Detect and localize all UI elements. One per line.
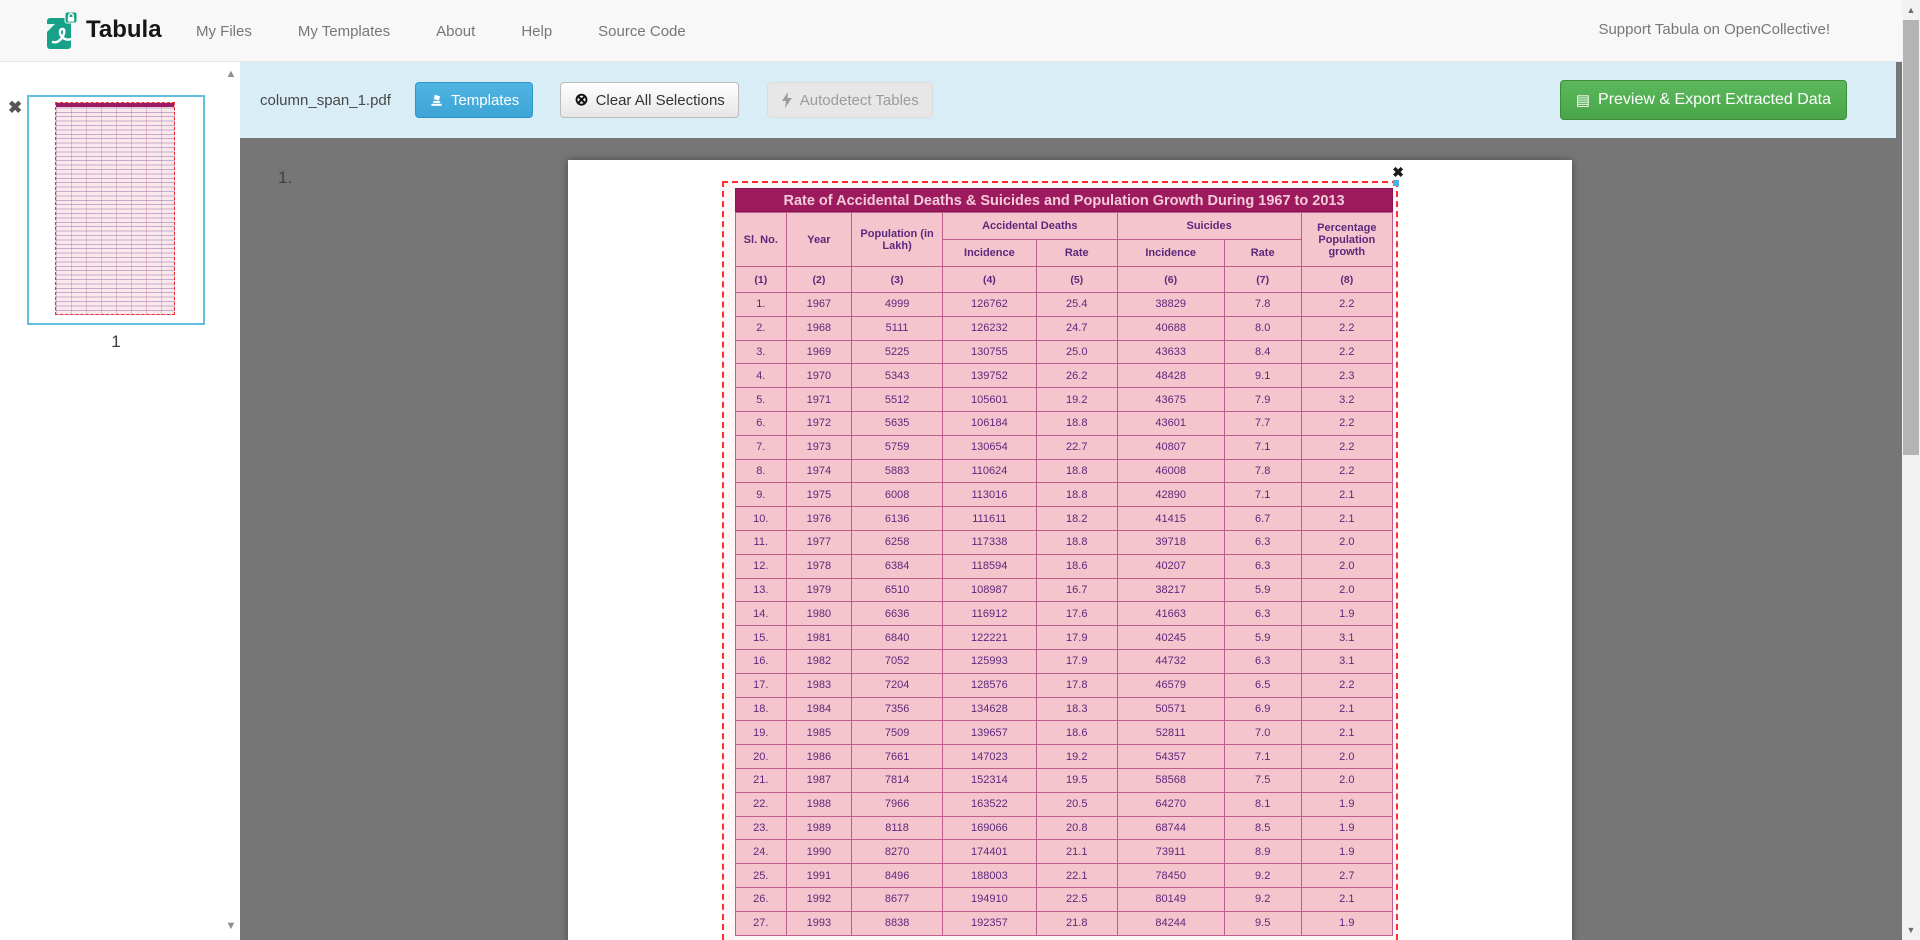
page-scrollbar[interactable]: ▲ ▼	[1902, 0, 1920, 940]
pdf-page[interactable]: Rate of Accidental Deaths & Suicides and…	[568, 160, 1572, 940]
toolbar: column_span_1.pdf Templates ⊗ Clear All …	[240, 62, 1896, 138]
document-view: 1. Rate of Accidental Deaths & Suicides …	[240, 138, 1902, 940]
templates-button[interactable]: Templates	[415, 82, 533, 118]
thumbnail-selection-overlay	[55, 102, 175, 315]
page-number-label: 1.	[278, 168, 292, 188]
selection-close-icon[interactable]: ✖	[1392, 164, 1404, 181]
nav-about[interactable]: About	[436, 23, 475, 40]
preview-export-button[interactable]: ▤ Preview & Export Extracted Data	[1560, 80, 1847, 120]
table-selection[interactable]: ✖	[722, 181, 1398, 940]
nav-source-code[interactable]: Source Code	[598, 23, 686, 40]
lightning-bolt-icon	[781, 92, 793, 108]
scrollbar-up-icon[interactable]: ▲	[1902, 2, 1920, 18]
page-thumbnail[interactable]	[27, 95, 205, 325]
autodetect-button-label: Autodetect Tables	[800, 92, 919, 109]
clear-circle-x-icon: ⊗	[574, 90, 588, 110]
page-thumbnail-sidebar: ✖ 1 ▲ ▼	[0, 62, 240, 940]
main-nav: My Files My Templates About Help Source …	[196, 0, 686, 62]
scrollbar-thumb[interactable]	[1903, 20, 1919, 455]
thumbnail-page-number: 1	[27, 332, 205, 352]
autodetect-tables-button[interactable]: Autodetect Tables	[767, 82, 933, 118]
templates-button-label: Templates	[451, 92, 519, 109]
navbar: Tabula My Files My Templates About Help …	[0, 0, 1902, 62]
nav-my-templates[interactable]: My Templates	[298, 23, 390, 40]
export-button-label: Preview & Export Extracted Data	[1598, 91, 1831, 109]
brand-title: Tabula	[86, 16, 162, 44]
clear-all-selections-button[interactable]: ⊗ Clear All Selections	[560, 82, 738, 118]
scrollbar-down-icon[interactable]: ▼	[1902, 922, 1920, 938]
nav-help[interactable]: Help	[521, 23, 552, 40]
clear-button-label: Clear All Selections	[596, 92, 725, 109]
main-area: column_span_1.pdf Templates ⊗ Clear All …	[240, 62, 1902, 940]
sidebar-scroll-down-icon[interactable]: ▼	[222, 920, 240, 932]
thumbnail-table-title-bar	[56, 103, 174, 107]
support-link[interactable]: Support Tabula on OpenCollective!	[1598, 21, 1830, 38]
thumbnail-close-icon[interactable]: ✖	[8, 98, 22, 118]
templates-stamp-icon	[429, 93, 444, 108]
sidebar-scroll-up-icon[interactable]: ▲	[222, 68, 240, 80]
nav-my-files[interactable]: My Files	[196, 23, 252, 40]
tabula-logo-icon	[46, 11, 78, 51]
filename-label: column_span_1.pdf	[260, 92, 391, 109]
export-table-icon: ▤	[1576, 91, 1590, 109]
